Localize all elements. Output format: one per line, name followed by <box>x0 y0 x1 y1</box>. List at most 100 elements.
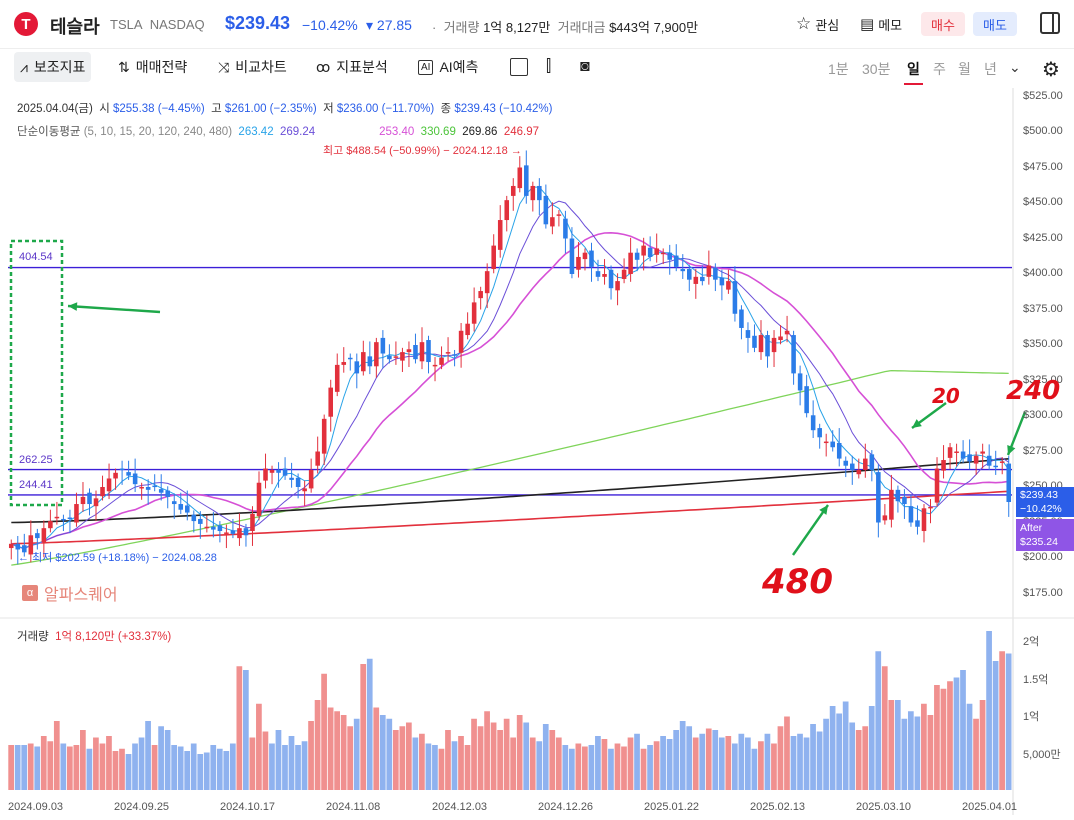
volume-bar <box>432 745 438 790</box>
candle-body <box>8 543 14 549</box>
volume-bar <box>823 718 829 790</box>
volume-bar <box>190 743 197 790</box>
volume-bar <box>673 730 680 790</box>
candle-body <box>706 265 712 277</box>
volume-bar <box>373 707 380 790</box>
volume-bar <box>490 722 497 790</box>
candle-body <box>739 309 744 328</box>
candle-body <box>341 362 347 365</box>
candle-body <box>211 526 216 530</box>
price-chart[interactable] <box>0 0 1074 820</box>
candle-body <box>393 356 399 358</box>
volume-bar <box>771 743 777 790</box>
volume-bar <box>314 700 321 790</box>
volume-bar <box>888 700 895 790</box>
price-axis-tick: $350.00 <box>1023 338 1063 350</box>
candle-body <box>680 269 686 272</box>
candle-body <box>478 291 483 299</box>
candle-body <box>921 508 927 532</box>
volume-bar <box>568 748 575 790</box>
candle-body <box>471 302 477 324</box>
volume-bar <box>868 706 875 790</box>
date-axis-tick: 2024.09.25 <box>114 801 170 813</box>
volume-bar <box>164 730 171 790</box>
volume-bar <box>177 746 184 790</box>
volume-bar <box>249 737 256 790</box>
candle-body <box>752 335 757 348</box>
candle-body <box>843 460 849 466</box>
volume-bar <box>171 745 178 790</box>
volume-bar <box>947 681 953 790</box>
candle-body <box>380 337 386 354</box>
candle-body <box>745 330 751 338</box>
volume-bar <box>588 745 595 790</box>
volume-bar <box>203 752 210 790</box>
price-axis-tick: $500.00 <box>1023 125 1063 137</box>
candle-body <box>517 167 523 189</box>
candle-body <box>367 356 373 367</box>
candle-body <box>836 442 842 459</box>
candle-body <box>537 185 542 201</box>
volume-bar <box>288 736 295 790</box>
candle-body <box>152 485 157 488</box>
volume-bar <box>647 745 653 790</box>
candle-body <box>615 281 620 291</box>
candle-body <box>784 330 790 335</box>
volume-bar <box>60 743 67 790</box>
candle-body <box>1006 463 1012 503</box>
candle-body <box>426 340 431 363</box>
candle-body <box>778 336 783 341</box>
volume-bar <box>53 721 60 790</box>
candle-body <box>817 428 822 438</box>
volume-bar <box>966 703 973 790</box>
volume-bar <box>269 743 275 790</box>
candle-body <box>419 342 425 362</box>
volume-bar <box>992 661 999 790</box>
volume-bar <box>301 741 308 790</box>
alphasquare-watermark: α 알파스퀘어 <box>22 581 118 605</box>
candle-body <box>93 498 99 507</box>
volume-bar <box>484 711 490 790</box>
candle-body <box>237 528 242 539</box>
candle-body <box>895 489 901 502</box>
candle-body <box>980 451 985 454</box>
candle-body <box>178 504 184 510</box>
candle-body <box>400 352 405 361</box>
volume-bar <box>608 748 614 790</box>
date-axis-tick: 2024.12.26 <box>538 801 594 813</box>
arrow-to-box-head <box>68 302 78 311</box>
volume-bar <box>699 733 706 790</box>
volume-bar <box>40 736 47 790</box>
candle-body <box>87 492 92 505</box>
volume-bar <box>634 733 640 790</box>
volume-bar <box>321 673 327 790</box>
volume-bar <box>582 746 588 790</box>
candle-body <box>869 454 875 470</box>
volume-bar <box>542 724 549 790</box>
candle-body <box>256 482 262 517</box>
volume-axis-tick: 5,000만 <box>1023 748 1061 761</box>
volume-bar <box>445 730 451 790</box>
level-label-404: 404.54 <box>19 251 53 263</box>
candle-body <box>269 469 275 473</box>
candle-body <box>693 276 699 284</box>
candle-body <box>171 501 177 505</box>
candle-body <box>771 337 777 353</box>
volume-bar <box>197 754 204 790</box>
volume-bar <box>451 741 458 790</box>
volume-info: 거래량 1억 8,120만 (+33.37%) <box>17 631 172 643</box>
candle-body <box>354 361 360 374</box>
candle-body <box>830 441 835 448</box>
candle-body <box>954 451 959 453</box>
volume-bar <box>784 716 790 790</box>
candle-body <box>791 335 796 374</box>
after-hours-price-tag: After $235.24 <box>1016 519 1074 551</box>
candle-body <box>934 468 940 503</box>
candle-body <box>765 335 770 357</box>
candle-body <box>41 528 47 543</box>
volume-bar <box>894 700 901 790</box>
level-label-262: 262.25 <box>19 454 53 466</box>
price-axis-tick: $475.00 <box>1023 160 1063 173</box>
candle-body <box>61 518 66 521</box>
candle-body <box>74 504 79 523</box>
